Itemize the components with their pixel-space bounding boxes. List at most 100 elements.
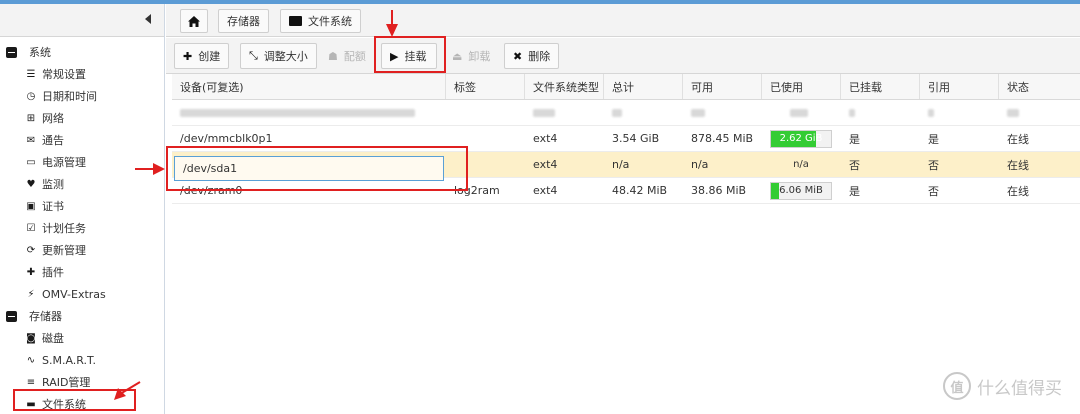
cell-status: 在线 (1007, 158, 1029, 172)
watermark: 值 什么值得买 (943, 372, 1062, 400)
breadcrumb-filesystems-label: 文件系统 (308, 15, 352, 28)
usage-bar: 2.62 GiB (770, 129, 832, 148)
sidebar-item-notification[interactable]: ✉ 通告 (0, 129, 164, 151)
sidebar-item-network[interactable]: ⊞ 网络 (0, 107, 164, 129)
sidebar-item-label: 计划任务 (42, 222, 86, 235)
toolbar: ✚ 创建 ⤡ 调整大小 ☗ 配额 ▶ 挂载 ⏏ 卸载 ✖ 删除 (166, 38, 1080, 74)
folder-icon (289, 16, 302, 26)
sidebar-item-date-time[interactable]: ◷ 日期和时间 (0, 85, 164, 107)
sidebar-item-disks[interactable]: ◙ 磁盘 (0, 327, 164, 349)
redacted-cell (525, 100, 604, 125)
resize-icon: ⤡ (249, 49, 258, 62)
breadcrumb-filesystems[interactable]: 文件系统 (280, 9, 361, 33)
sidebar-item-label: 电源管理 (42, 156, 86, 169)
envelope-icon: ✉ (26, 134, 36, 146)
sidebar-item-label: RAID管理 (42, 376, 91, 389)
sidebar-item-omv-extras[interactable]: ⚡ OMV-Extras (0, 283, 164, 305)
nav-group-label: 存储器 (29, 310, 62, 323)
heartbeat-icon: ♥ (26, 178, 36, 190)
sidebar-item-certificates[interactable]: ▣ 证书 (0, 195, 164, 217)
column-header-device[interactable]: 设备(可复选) (172, 74, 446, 99)
usage-bar-text: 6.06 MiB (779, 185, 823, 196)
watermark-logo-icon: 值 (943, 372, 971, 400)
sidebar-item-label: 通告 (42, 134, 64, 147)
column-header-available[interactable]: 可用 (683, 74, 762, 99)
sliders-icon: ☰ (26, 68, 36, 80)
collapse-minus-icon[interactable] (6, 310, 17, 322)
cell-total: 48.42 MiB (612, 184, 668, 197)
clock-icon: ◷ (26, 90, 36, 102)
sidebar-item-general-settings[interactable]: ☰ 常规设置 (0, 63, 164, 85)
column-header-type[interactable]: 文件系统类型 (525, 74, 604, 99)
column-header-mounted[interactable]: 已挂载 (841, 74, 920, 99)
watermark-text: 什么值得买 (977, 378, 1062, 399)
pulse-icon: ∿ (26, 354, 36, 366)
column-header-status[interactable]: 状态 (999, 74, 1078, 99)
breadcrumb-storage-label: 存储器 (227, 15, 260, 28)
collapse-left-icon[interactable] (145, 14, 151, 24)
sidebar-item-label: 监测 (42, 178, 64, 191)
puzzle-icon: ✚ (26, 266, 36, 278)
delete-label: 删除 (528, 50, 551, 63)
column-header-referenced[interactable]: 引用 (920, 74, 999, 99)
cell-mounted: 是 (849, 184, 860, 198)
nav-group-storage[interactable]: 存储器 (0, 305, 164, 327)
annotation-box-mount (374, 36, 446, 73)
annotation-box-device (166, 146, 468, 191)
cell-used: 6.06 MiB (762, 178, 841, 203)
database-icon: ≡ (26, 376, 36, 388)
nav-group-system[interactable]: 系统 (0, 41, 164, 63)
sidebar-item-plugins[interactable]: ✚ 插件 (0, 261, 164, 283)
usage-bar-text: 2.62 GiB (779, 133, 823, 144)
cell-used: 2.62 GiB (762, 126, 841, 151)
delete-button[interactable]: ✖ 删除 (504, 43, 560, 69)
tasks-icon: ☑ (26, 222, 36, 234)
users-icon: ☗ (328, 49, 338, 63)
unmount-label: 卸载 (468, 50, 491, 63)
quota-button[interactable]: ☗ 配额 (320, 43, 374, 69)
sidebar-item-scheduled-jobs[interactable]: ☑ 计划任务 (0, 217, 164, 239)
redacted-cell (762, 100, 841, 125)
eject-icon: ⏏ (452, 49, 463, 63)
redacted-cell (604, 100, 683, 125)
breadcrumb-storage[interactable]: 存储器 (218, 9, 269, 33)
usage-bar-text: n/a (793, 159, 809, 170)
table-row-redacted[interactable] (172, 100, 1080, 126)
cell-total: n/a (612, 158, 630, 171)
redacted-cell (446, 100, 525, 125)
cell-referenced: 否 (928, 184, 939, 198)
home-button[interactable] (180, 9, 208, 33)
sidebar-item-label: 证书 (42, 200, 64, 213)
sidebar-item-label: 更新管理 (42, 244, 86, 257)
cell-referenced: 否 (928, 158, 939, 172)
sidebar-item-label: 日期和时间 (42, 90, 97, 103)
resize-button[interactable]: ⤡ 调整大小 (240, 43, 317, 69)
nav-header (0, 4, 164, 37)
sidebar-item-smart[interactable]: ∿ S.M.A.R.T. (0, 349, 164, 371)
cell-available: n/a (691, 158, 709, 171)
certificate-icon: ▣ (26, 200, 36, 212)
resize-label: 调整大小 (263, 50, 308, 63)
table-header: 设备(可复选) 标签 文件系统类型 总计 可用 已使用 已挂载 引用 状态 (172, 74, 1080, 100)
cell-referenced: 是 (928, 132, 939, 146)
create-button[interactable]: ✚ 创建 (174, 43, 230, 69)
sidebar-item-label: OMV-Extras (42, 287, 106, 301)
cell-status: 在线 (1007, 184, 1029, 198)
column-header-total[interactable]: 总计 (604, 74, 683, 99)
nav-tree: 系统 ☰ 常规设置 ◷ 日期和时间 ⊞ 网络 ✉ 通告 ▭ 电源管理 ♥ 监测 … (0, 37, 164, 414)
sidebar-item-label: 网络 (42, 112, 64, 125)
annotation-arrow-down-icon (386, 10, 398, 37)
usage-bar: n/a (770, 156, 832, 174)
column-header-label[interactable]: 标签 (446, 74, 525, 99)
quota-label: 配额 (343, 50, 366, 63)
cell-available: 38.86 MiB (691, 184, 747, 197)
cell-mounted: 是 (849, 132, 860, 146)
redacted-cell (172, 100, 446, 125)
plug-icon: ⚡ (27, 288, 35, 300)
collapse-minus-icon[interactable] (6, 46, 17, 58)
column-header-used[interactable]: 已使用 (762, 74, 841, 99)
annotation-arrow-right-icon (135, 163, 165, 175)
sidebar-item-update-management[interactable]: ⟳ 更新管理 (0, 239, 164, 261)
unmount-button[interactable]: ⏏ 卸载 (444, 43, 498, 69)
annotation-arrow-left-icon (114, 381, 141, 400)
